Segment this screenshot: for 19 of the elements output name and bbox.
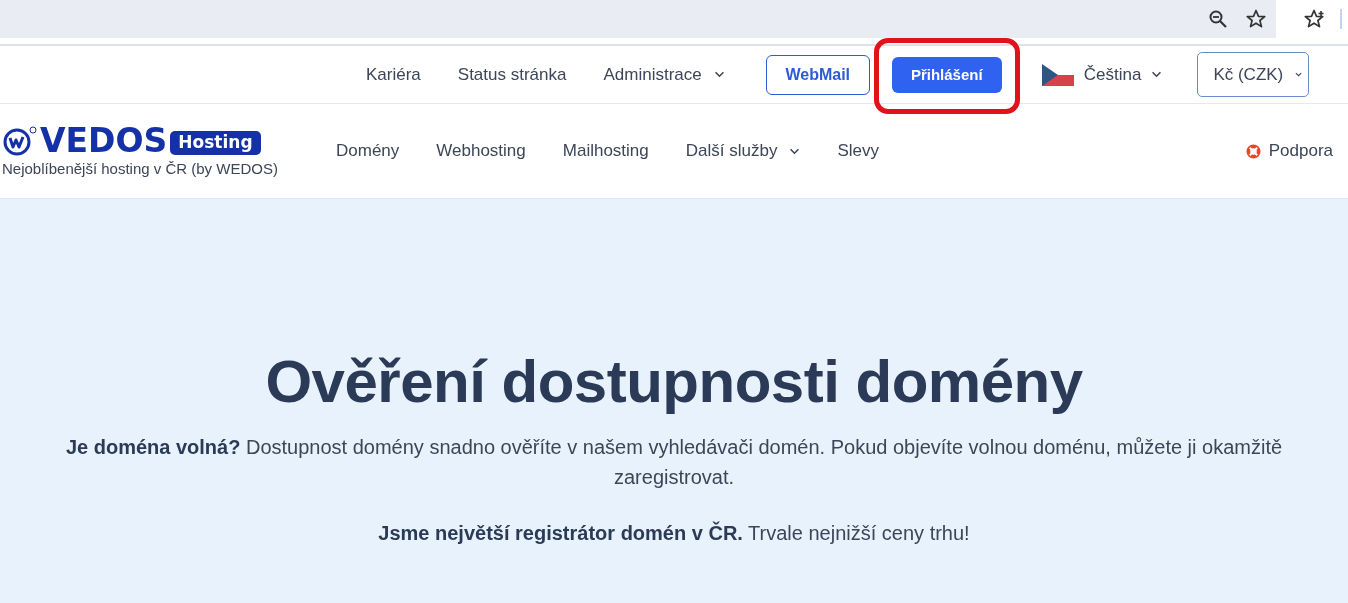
nav-link[interactable]: Slevy <box>837 141 879 161</box>
logo-badge: Hosting <box>170 131 261 155</box>
support-link[interactable]: Podpora <box>1245 141 1333 161</box>
logo-tagline: Nejoblíbenější hosting v ČR (by WEDOS) <box>2 160 279 177</box>
nav-link[interactable]: Kariéra <box>366 64 421 85</box>
intro-text: Jsme největší registrátor domén v ČR. Trvale nejnižší ceny trhu! <box>377 520 971 546</box>
nav-link[interactable]: Další služby <box>685 141 801 161</box>
currency-select[interactable]: Kč (CZK) <box>1197 52 1310 97</box>
nav-link[interactable]: Administrace <box>603 64 725 85</box>
intro-text: Je doména volná? Dostupnost domény snadno ověříte v našem vyhledávači domén. Pokud objevíte volnou doménu, můžete ji okamžitě zaregistrovat. <box>64 435 1284 490</box>
page-heading: Ověření dostupnosti domény <box>264 347 1084 416</box>
nav-link[interactable]: Webhosting <box>436 141 526 161</box>
login-button[interactable]: Přihlášení <box>891 56 1002 93</box>
webmail-button[interactable]: WebMail <box>765 54 870 95</box>
language-selector[interactable]: Čeština <box>1041 63 1163 86</box>
nav-link[interactable]: Mailhosting <box>562 141 649 161</box>
nav-link[interactable]: Domény <box>336 141 400 161</box>
nav-link[interactable]: Status stránka <box>457 64 567 85</box>
logo-wordmark: VEDOS <box>40 126 168 156</box>
